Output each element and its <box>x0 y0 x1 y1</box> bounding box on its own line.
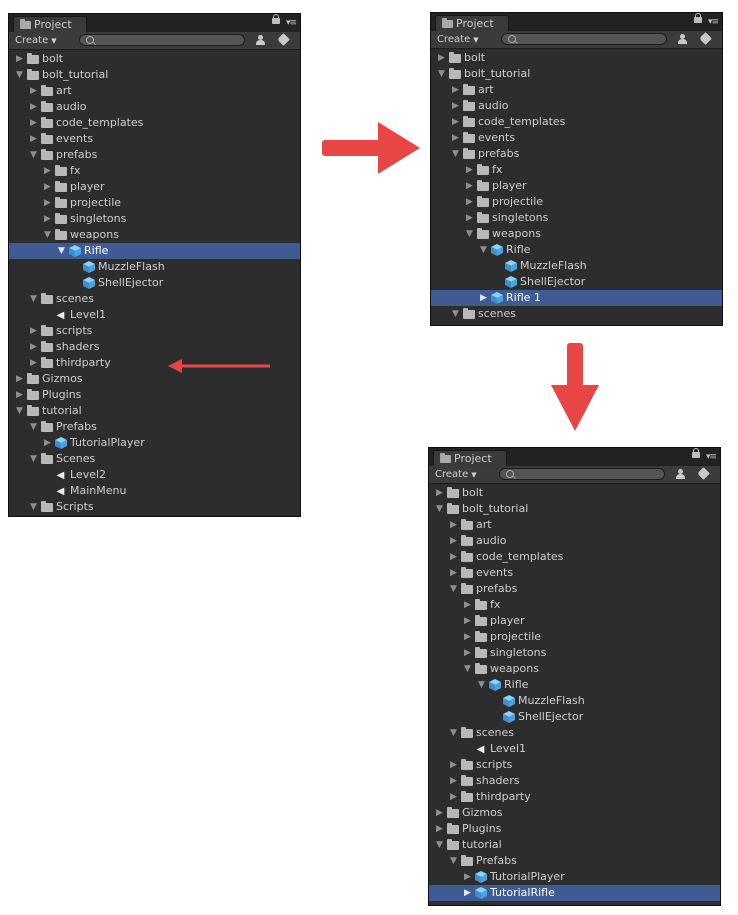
annotation-arrows <box>168 122 599 431</box>
down-arrow-icon <box>551 343 599 431</box>
left-pointer-arrow-icon <box>168 359 270 373</box>
right-arrow-icon <box>322 122 420 174</box>
